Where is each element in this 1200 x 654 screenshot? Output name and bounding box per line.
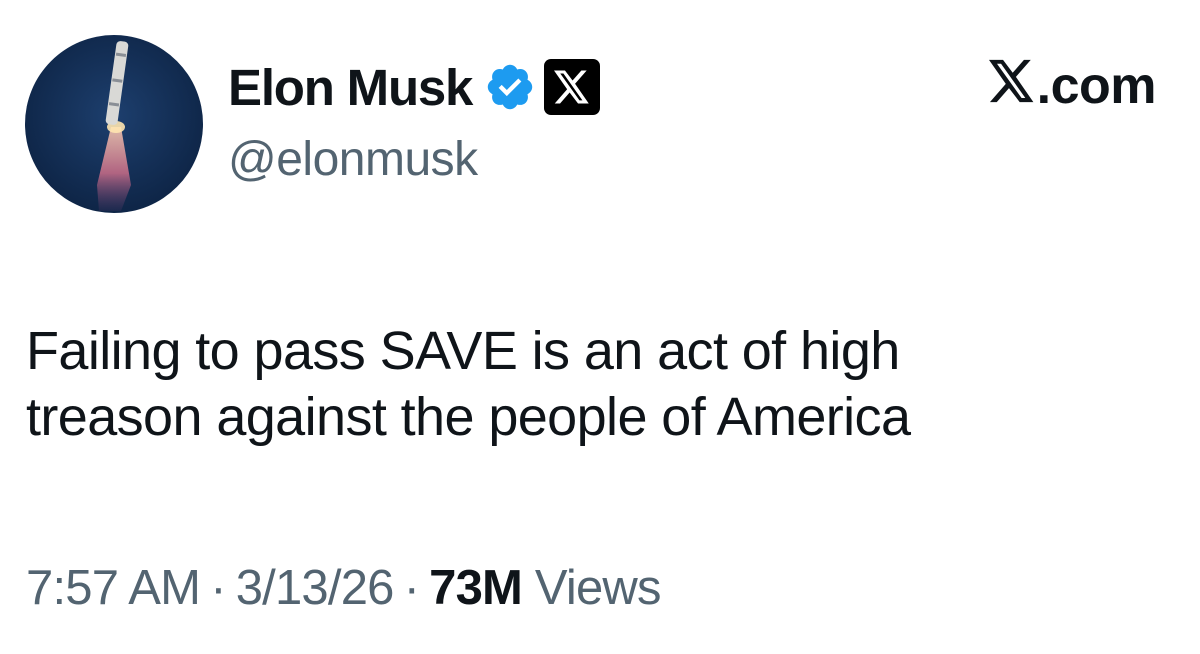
author-header: Elon Musk @elonmusk [228, 52, 601, 187]
tweet-text-line: treason against the people of America [26, 387, 911, 447]
meta-separator: · [403, 561, 420, 615]
avatar[interactable] [25, 35, 203, 213]
tweet-meta: 7:57 AM · 3/13/26 · 73M Views [26, 560, 662, 616]
x-com-brand[interactable]: .com [988, 56, 1157, 116]
display-name[interactable]: Elon Musk [228, 58, 473, 117]
handle[interactable]: @elonmusk [228, 132, 600, 187]
brand-text: .com [1036, 57, 1157, 115]
x-logo-icon [988, 56, 1037, 116]
meta-separator: · [210, 561, 226, 615]
rocket-launch-avatar-icon [25, 35, 203, 213]
views-count[interactable]: 73M [429, 561, 523, 615]
tweet-text: Failing to pass SAVE is an act of high t… [26, 318, 1176, 450]
tweet-card: Elon Musk @elonmusk .com Failing to pass… [0, 0, 1200, 654]
x-logo-badge-icon [544, 59, 601, 115]
tweet-date[interactable]: 3/13/26 [236, 561, 395, 615]
verified-badge-icon [484, 61, 536, 113]
name-row: Elon Musk [228, 52, 601, 122]
tweet-text-line: Failing to pass SAVE is an act of high [26, 321, 900, 381]
tweet-time[interactable]: 7:57 AM [26, 561, 201, 615]
views-label: Views [534, 561, 662, 615]
